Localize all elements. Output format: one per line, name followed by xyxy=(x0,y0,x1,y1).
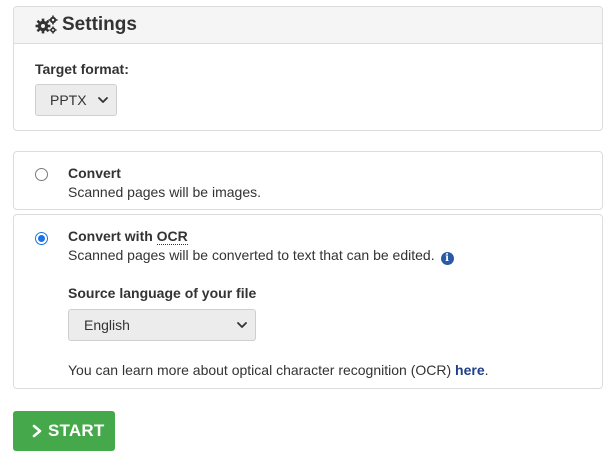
target-format-value: PPTX xyxy=(50,92,87,108)
source-language-value: English xyxy=(84,317,130,333)
ocr-learn-more-suffix: . xyxy=(484,362,489,378)
ocr-learn-more-text: You can learn more about optical charact… xyxy=(68,362,456,378)
ocr-description: Scanned pages will be converted to text … xyxy=(68,247,454,265)
convert-description: Scanned pages will be images. xyxy=(68,184,262,200)
ocr-title-prefix: Convert with xyxy=(68,228,157,244)
ocr-description-text: Scanned pages will be converted to text … xyxy=(68,247,435,263)
source-language-select[interactable]: English xyxy=(68,309,256,341)
ocr-title: Convert with OCR xyxy=(68,228,188,245)
source-language-label: Source language of your file xyxy=(68,285,257,301)
ocr-abbr: OCR xyxy=(156,228,188,245)
settings-header: Settings xyxy=(14,7,602,44)
convert-title: Convert xyxy=(68,165,121,181)
option-convert-ocr[interactable]: Convert with OCR Scanned pages will be c… xyxy=(13,214,603,389)
chevron-down-icon xyxy=(98,97,108,103)
gears-icon xyxy=(35,15,58,34)
start-button-label: START xyxy=(48,421,105,440)
settings-title: Settings xyxy=(62,14,137,35)
info-icon[interactable]: i xyxy=(440,252,454,265)
option-convert[interactable]: Convert Scanned pages will be images. xyxy=(13,151,603,210)
chevron-right-icon xyxy=(32,424,42,438)
ocr-learn-more: You can learn more about optical charact… xyxy=(68,362,489,378)
target-format-label: Target format: xyxy=(35,61,129,77)
convert-radio[interactable] xyxy=(35,168,48,181)
start-button[interactable]: START xyxy=(13,411,115,451)
ocr-radio[interactable] xyxy=(35,232,48,245)
chevron-down-icon xyxy=(237,322,247,328)
target-format-select[interactable]: PPTX xyxy=(35,84,117,116)
settings-panel: Settings Target format: PPTX xyxy=(13,6,603,131)
ocr-here-link[interactable]: here xyxy=(455,362,485,378)
